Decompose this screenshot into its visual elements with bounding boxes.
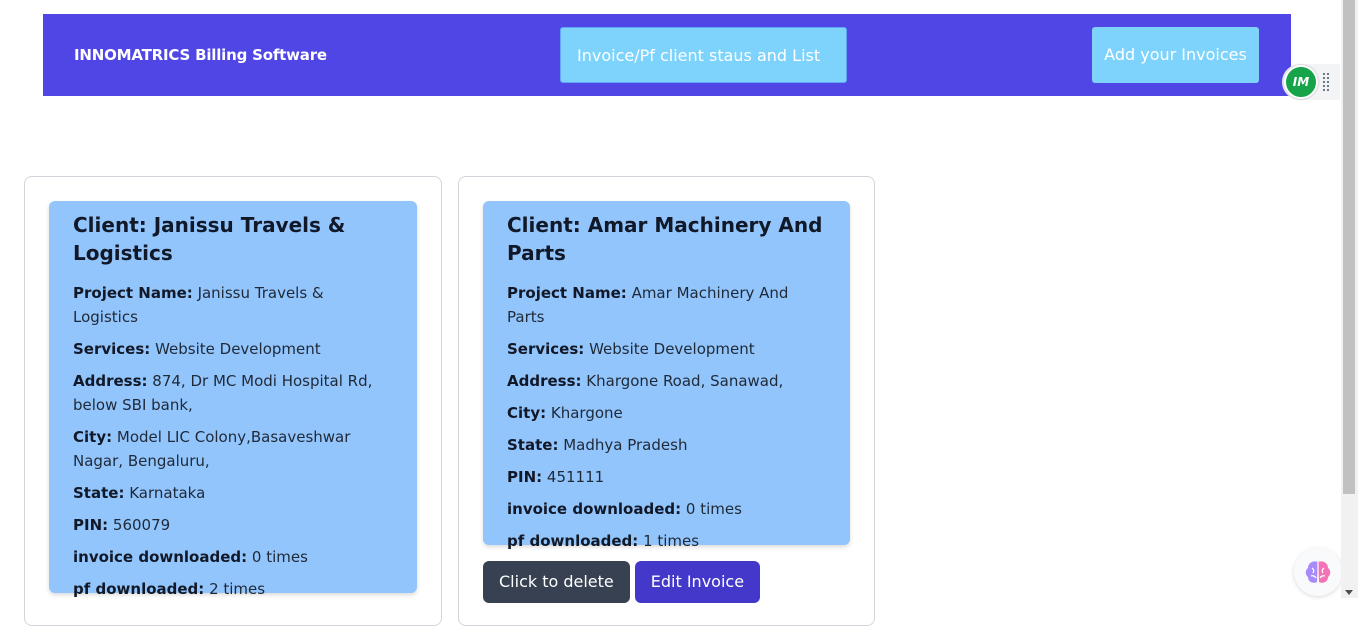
extension-logo-icon[interactable]: IM <box>1284 65 1318 99</box>
assistant-button[interactable] <box>1294 548 1342 596</box>
pin-row: PIN: 451111 <box>507 465 826 489</box>
client-card: Client: Janissu Travels & Logistics Proj… <box>49 201 417 598</box>
project-name-row: Project Name: Janissu Travels & Logistic… <box>73 281 393 329</box>
services-row: Services: Website Development <box>507 337 826 361</box>
project-name-label: Project Name: <box>507 284 627 302</box>
project-name-row: Project Name: Amar Machinery And Parts <box>507 281 826 329</box>
pin-label: PIN: <box>507 468 543 486</box>
state-row: State: Madhya Pradesh <box>507 433 826 457</box>
city-value: Model LIC Colony,Basaveshwar Nagar, Beng… <box>73 428 351 470</box>
scrollbar[interactable] <box>1341 0 1358 598</box>
client-card-container: Client: Janissu Travels & Logistics Proj… <box>24 176 442 626</box>
card-actions: Click to delete Edit Invoice <box>483 561 765 603</box>
services-label: Services: <box>73 340 151 358</box>
delete-button[interactable]: Click to delete <box>483 561 630 603</box>
pf-downloaded-row: pf downloaded: 1 times <box>507 529 826 553</box>
services-label: Services: <box>507 340 585 358</box>
invoice-downloaded-row: invoice downloaded: 0 times <box>507 497 826 521</box>
address-row: Address: Khargone Road, Sanawad, <box>507 369 826 393</box>
city-row: City: Khargone <box>507 401 826 425</box>
brain-icon <box>1305 561 1331 583</box>
pin-value: 451111 <box>546 468 605 486</box>
address-label: Address: <box>507 372 582 390</box>
project-name-label: Project Name: <box>73 284 193 302</box>
city-row: City: Model LIC Colony,Basaveshwar Nagar… <box>73 425 393 473</box>
navbar: INNOMATRICS Billing Software Invoice/Pf … <box>43 14 1291 96</box>
add-invoices-button[interactable]: Add your Invoices <box>1092 27 1259 83</box>
state-label: State: <box>73 484 125 502</box>
city-label: City: <box>507 404 547 422</box>
address-row: Address: 874, Dr MC Modi Hospital Rd, be… <box>73 369 393 417</box>
edit-invoice-button[interactable]: Edit Invoice <box>634 561 761 603</box>
brand-title[interactable]: INNOMATRICS Billing Software <box>74 14 327 96</box>
pin-label: PIN: <box>73 516 109 534</box>
pin-value: 560079 <box>112 516 171 534</box>
state-row: State: Karnataka <box>73 481 393 505</box>
client-card-container: Client: Amar Machinery And Parts Project… <box>458 176 875 626</box>
client-title: Client: Amar Machinery And Parts <box>507 213 823 265</box>
state-label: State: <box>507 436 559 454</box>
pf-downloaded-value: 1 times <box>643 532 700 550</box>
pf-downloaded-row: pf downloaded: 2 times <box>73 577 393 601</box>
client-status-list-button[interactable]: Invoice/Pf client staus and List <box>560 27 847 83</box>
invoice-downloaded-label: invoice downloaded: <box>73 548 248 566</box>
pf-downloaded-label: pf downloaded: <box>73 580 205 598</box>
pin-row: PIN: 560079 <box>73 513 393 537</box>
client-title: Client: Janissu Travels & Logistics <box>73 213 346 265</box>
services-value: Website Development <box>155 340 321 358</box>
client-card: Client: Amar Machinery And Parts Project… <box>483 201 850 550</box>
city-value: Khargone <box>550 404 623 422</box>
pf-downloaded-value: 2 times <box>209 580 266 598</box>
address-value: Khargone Road, Sanawad, <box>586 372 784 390</box>
scrollbar-thumb[interactable] <box>1343 0 1355 494</box>
drag-handle-icon[interactable] <box>1322 72 1330 92</box>
invoice-downloaded-label: invoice downloaded: <box>507 500 682 518</box>
scroll-down-arrow-icon[interactable] <box>1345 590 1353 595</box>
state-value: Madhya Pradesh <box>563 436 688 454</box>
services-row: Services: Website Development <box>73 337 393 361</box>
services-value: Website Development <box>589 340 755 358</box>
invoice-downloaded-value: 0 times <box>685 500 742 518</box>
invoice-downloaded-value: 0 times <box>251 548 308 566</box>
pf-downloaded-label: pf downloaded: <box>507 532 639 550</box>
state-value: Karnataka <box>129 484 206 502</box>
address-label: Address: <box>73 372 148 390</box>
city-label: City: <box>73 428 113 446</box>
invoice-downloaded-row: invoice downloaded: 0 times <box>73 545 393 569</box>
